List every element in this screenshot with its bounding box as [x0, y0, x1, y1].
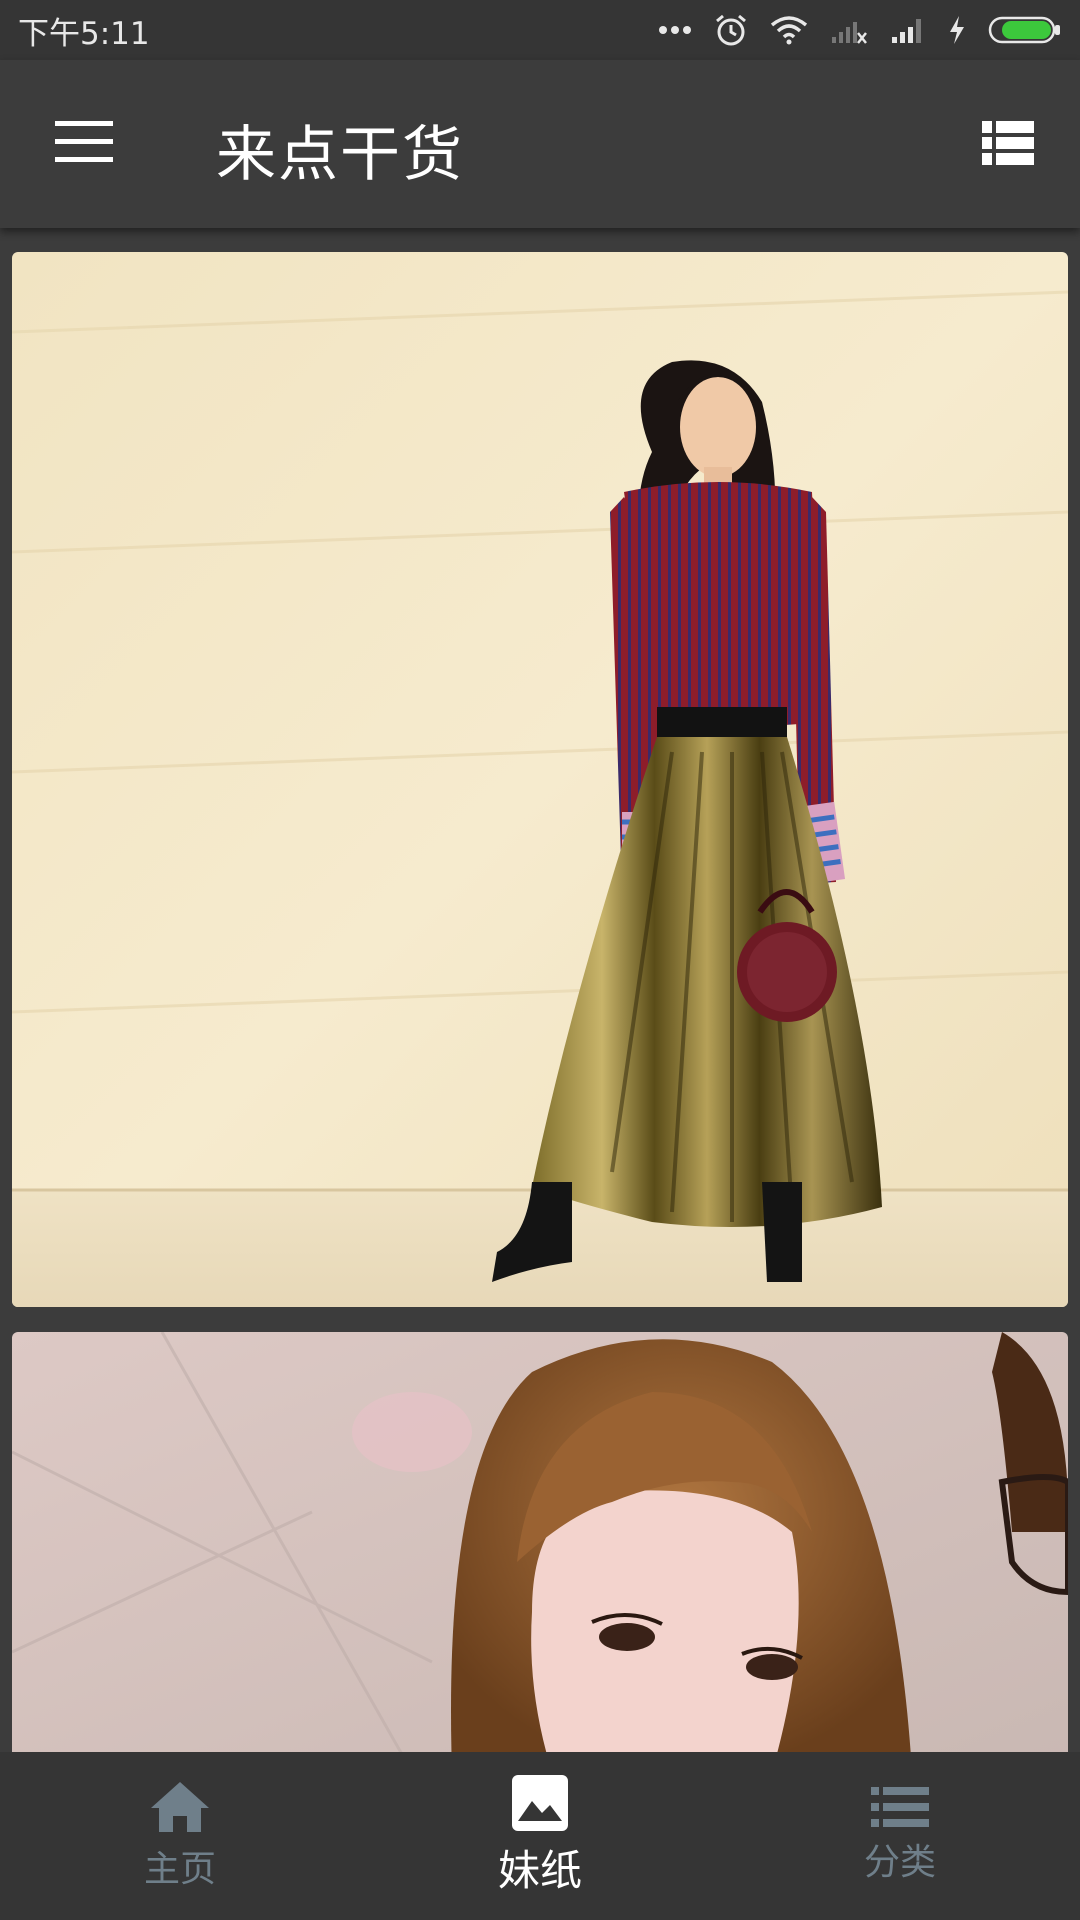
nav-item-label: 主页 [143, 1849, 216, 1890]
photo-card[interactable] [12, 252, 1068, 1307]
photo-woman-striped-sweater [12, 252, 1068, 1307]
app-bar: 来点干货 [0, 60, 1080, 228]
category-list-icon [871, 1787, 929, 1827]
nav-item-category[interactable]: 分类 [720, 1752, 1080, 1920]
status-time: 下午5:11 [18, 15, 150, 52]
page-title: 来点干货 [216, 120, 464, 190]
signal-no-sim-icon [832, 22, 867, 44]
alarm-icon [716, 14, 746, 46]
list-view-icon [982, 121, 1034, 165]
nav-item-girls[interactable]: 妹纸 [360, 1752, 720, 1920]
bottom-nav: 主页 妹纸 分类 [0, 1752, 1080, 1920]
nav-item-label: 分类 [863, 1842, 936, 1883]
wifi-icon [770, 16, 808, 45]
image-icon [512, 1774, 568, 1831]
view-toggle-button[interactable] [976, 114, 1040, 172]
nav-item-home[interactable]: 主页 [0, 1752, 360, 1920]
more-dots-icon [659, 26, 691, 34]
charging-icon [950, 16, 964, 44]
status-bar: 下午5:11 [0, 0, 1080, 60]
menu-button[interactable] [40, 110, 128, 174]
home-icon [151, 1782, 209, 1832]
battery-icon [988, 16, 1060, 44]
menu-icon [55, 121, 113, 162]
signal-icon [892, 19, 921, 43]
photo-woman-short-hair [12, 1332, 1068, 1752]
nav-item-label: 妹纸 [497, 1845, 582, 1895]
photo-feed[interactable] [0, 228, 1080, 1752]
photo-card[interactable] [12, 1332, 1068, 1752]
status-icons [658, 13, 1062, 47]
